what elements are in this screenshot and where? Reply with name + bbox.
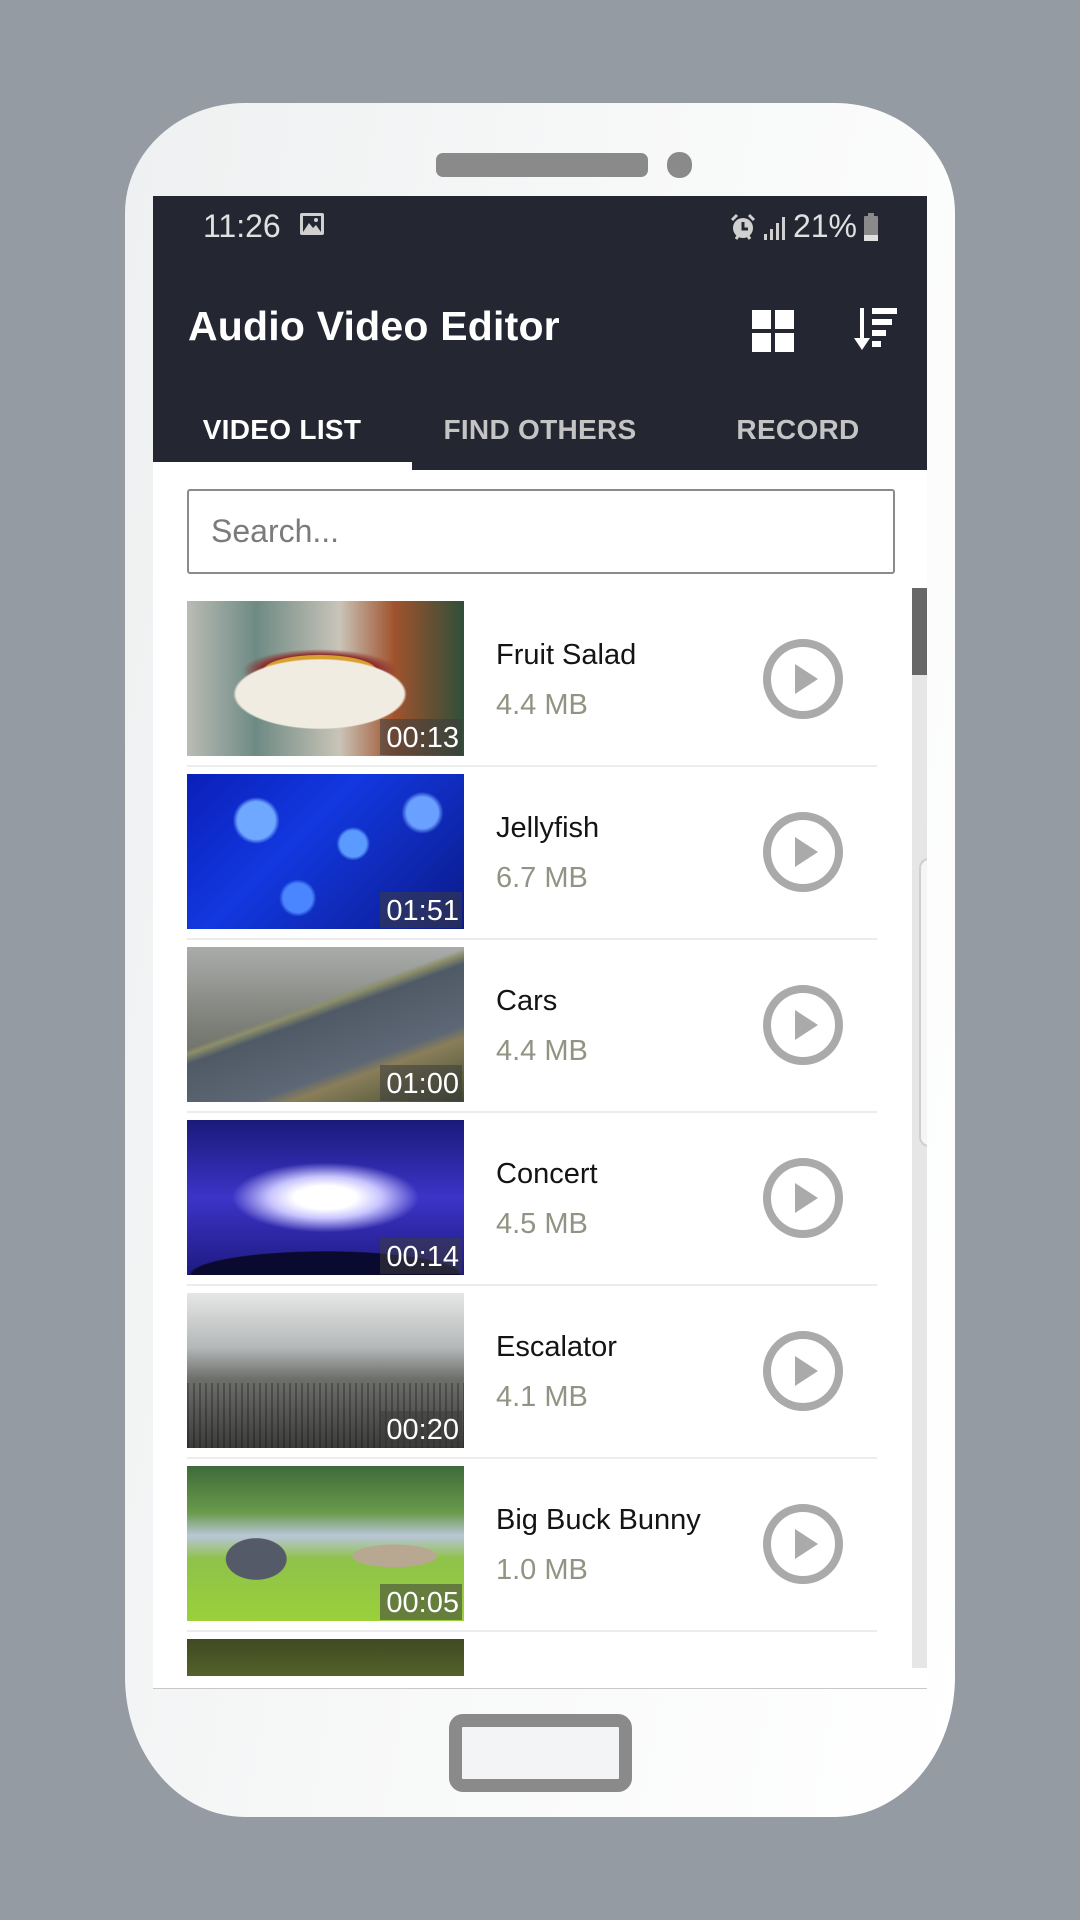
app-screen: 11:26 21% Audio Video Editor VIDEO LIST … [153, 196, 927, 1689]
row-divider [187, 1457, 877, 1459]
sort-icon[interactable] [853, 306, 899, 352]
video-title: Jellyfish [496, 812, 600, 844]
row-divider [187, 1630, 877, 1632]
battery-percent: 21% [792, 208, 857, 244]
video-list: 00:13 Fruit Salad 4.4 MB 01:51 Jellyfish… [153, 601, 927, 1676]
battery-icon [864, 212, 878, 241]
play-icon[interactable] [762, 638, 844, 720]
list-item[interactable]: 01:00 Cars 4.4 MB [187, 947, 877, 1120]
video-duration: 00:20 [380, 1411, 462, 1447]
video-thumbnail[interactable]: 00:20 [187, 1293, 464, 1448]
list-item[interactable]: 00:14 Concert 4.5 MB [187, 1120, 877, 1293]
video-title: Concert [496, 1158, 598, 1190]
list-item[interactable]: 00:20 Escalator 4.1 MB [187, 1293, 877, 1466]
list-item[interactable]: 00:05 Big Buck Bunny 1.0 MB [187, 1466, 877, 1639]
video-thumbnail[interactable]: 01:00 [187, 947, 464, 1102]
video-thumbnail[interactable]: 00:13 [187, 601, 464, 756]
scrollbar-thumb[interactable] [912, 588, 927, 675]
tab-bar: VIDEO LIST FIND OTHERS RECORD [153, 390, 927, 470]
tab-record[interactable]: RECORD [669, 390, 927, 470]
play-icon[interactable] [762, 1330, 844, 1412]
play-icon[interactable] [762, 811, 844, 893]
grid-icon[interactable] [752, 310, 794, 352]
status-time: 11:26 [203, 208, 281, 244]
video-title: Fruit Salad [496, 639, 637, 671]
list-item[interactable]: 01:51 Jellyfish 6.7 MB [187, 774, 877, 947]
play-icon[interactable] [762, 1157, 844, 1239]
signal-icon [763, 216, 785, 240]
video-thumbnail[interactable]: 00:05 [187, 1466, 464, 1621]
row-divider [187, 765, 877, 767]
row-divider [187, 1284, 877, 1286]
video-thumbnail[interactable]: 01:51 [187, 774, 464, 929]
video-duration: 00:05 [380, 1584, 462, 1620]
video-title: Big Buck Bunny [496, 1504, 701, 1536]
video-thumbnail[interactable] [187, 1639, 464, 1676]
list-item[interactable] [187, 1639, 877, 1676]
video-duration: 01:00 [380, 1065, 462, 1101]
row-divider [187, 1111, 877, 1113]
row-divider [187, 938, 877, 940]
video-duration: 00:13 [380, 719, 462, 755]
alarm-icon [730, 213, 756, 240]
home-button[interactable] [449, 1714, 632, 1792]
list-item[interactable]: 00:13 Fruit Salad 4.4 MB [187, 601, 877, 774]
phone-speaker [436, 153, 648, 177]
video-title: Escalator [496, 1331, 617, 1363]
video-size: 4.4 MB [496, 689, 588, 721]
video-size: 4.5 MB [496, 1208, 588, 1240]
video-thumbnail[interactable]: 00:14 [187, 1120, 464, 1275]
video-size: 6.7 MB [496, 862, 588, 894]
scroll-edge-indicator [919, 858, 927, 1147]
video-title: Cars [496, 985, 558, 1017]
status-bar: 11:26 21% [153, 196, 927, 260]
video-size: 4.4 MB [496, 1035, 588, 1067]
play-icon[interactable] [762, 984, 844, 1066]
app-toolbar: Audio Video Editor [153, 260, 927, 390]
play-icon[interactable] [762, 1503, 844, 1585]
search-input[interactable] [187, 489, 895, 574]
video-size: 1.0 MB [496, 1554, 588, 1586]
tab-find-others[interactable]: FIND OTHERS [411, 390, 669, 470]
tab-video-list[interactable]: VIDEO LIST [153, 390, 411, 470]
active-tab-indicator [153, 462, 412, 470]
video-size: 4.1 MB [496, 1381, 588, 1413]
phone-camera [667, 152, 692, 178]
image-icon [300, 213, 324, 235]
video-duration: 00:14 [380, 1238, 462, 1274]
app-title: Audio Video Editor [188, 303, 560, 349]
video-duration: 01:51 [380, 892, 462, 928]
